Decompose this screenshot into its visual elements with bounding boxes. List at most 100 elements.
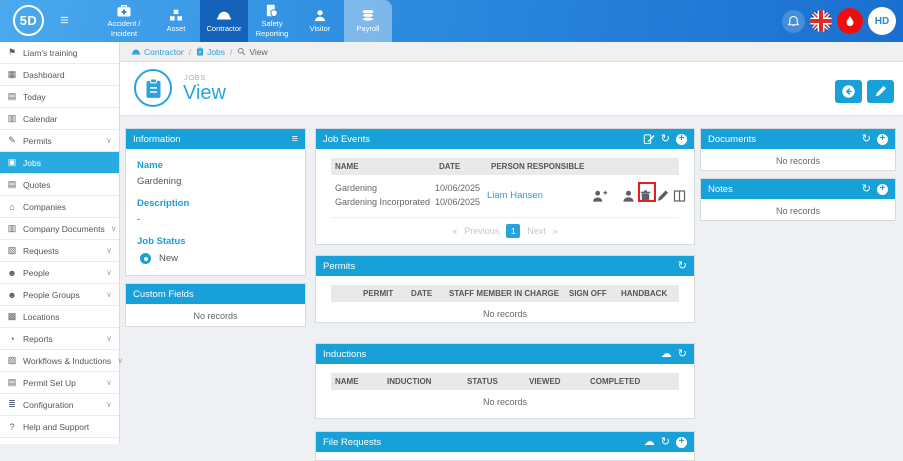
user-avatar[interactable]: HD	[868, 7, 896, 35]
sidebar-item-help-support[interactable]: ?Help and Support	[0, 416, 119, 438]
hamburger-menu-icon[interactable]: ≡	[60, 12, 69, 29]
documents-icon: ▥	[7, 223, 17, 234]
sidebar-item-people[interactable]: ☻People∨	[0, 262, 119, 284]
topbar-right-icons: HD	[782, 0, 896, 42]
panel-title: Inductions	[323, 349, 366, 360]
permits-table-header: PERMIT DATE STAFF MEMBER IN CHARGE SIGN …	[331, 285, 679, 302]
breadcrumb-jobs[interactable]: Jobs	[196, 47, 225, 57]
sign-document-icon[interactable]	[643, 133, 655, 145]
chevron-down-icon: ∨	[106, 136, 112, 145]
field-label-name: Name	[137, 160, 294, 171]
sidebar-item-jobs[interactable]: ▣Jobs	[0, 152, 119, 174]
sidebar-item-requests[interactable]: ▧Requests∨	[0, 240, 119, 262]
people-group-icon: ☻	[7, 290, 17, 300]
sidebar-item-today[interactable]: ▤Today	[0, 86, 119, 108]
language-flag-button[interactable]	[810, 10, 832, 32]
nav-tab-safety-reporting[interactable]: Safety Reporting	[248, 0, 296, 42]
notifications-button[interactable]	[782, 10, 805, 33]
sidebar-item-workflows-inductions[interactable]: ▨Workflows & Inductions∨	[0, 350, 119, 372]
add-icon[interactable]: +	[676, 134, 687, 145]
sidebar-item-dashboard[interactable]: ▦Dashboard	[0, 64, 119, 86]
nav-tab-payroll[interactable]: Payroll	[344, 0, 392, 42]
sidebar-item-calendar[interactable]: ▥Calendar	[0, 108, 119, 130]
panel-title: File Requests	[323, 437, 381, 448]
information-panel: Information ≡ Name Gardening Description…	[125, 128, 306, 276]
person-responsible-link[interactable]: Liam Hansen	[487, 190, 543, 201]
add-person-icon[interactable]	[592, 190, 608, 203]
refresh-icon[interactable]: ↻	[862, 134, 871, 145]
refresh-icon[interactable]: ↻	[678, 349, 687, 360]
breadcrumb-separator: /	[189, 47, 191, 57]
pagination-next-arrow[interactable]: »	[553, 226, 558, 236]
people-icon: ☻	[7, 268, 17, 278]
sidebar-item-permit-set-up[interactable]: ▤Permit Set Up∨	[0, 372, 119, 394]
sidebar-item-configuration[interactable]: ≣Configuration∨	[0, 394, 119, 416]
jobs-clipboard-icon: ▣	[7, 157, 17, 168]
page-header: JOBS View	[120, 62, 903, 116]
sidebar-item-reports[interactable]: ◔Reports∨	[0, 328, 119, 350]
help-icon: ?	[7, 422, 17, 432]
field-value-description: -	[137, 214, 294, 225]
refresh-icon[interactable]: ↻	[678, 261, 687, 272]
pagination-prev-arrow[interactable]: «	[452, 226, 457, 236]
breadcrumb-contractor[interactable]: Contractor	[131, 47, 184, 57]
app-logo[interactable]: 5D	[13, 5, 44, 36]
sidebar-item-company-documents[interactable]: ▥Company Documents∨	[0, 218, 119, 240]
person-icon[interactable]	[622, 190, 635, 203]
chevron-down-icon: ∨	[106, 400, 112, 409]
refresh-icon[interactable]: ↻	[661, 437, 670, 448]
sidebar-item-locations[interactable]: ▩Locations	[0, 306, 119, 328]
quotes-document-icon: ▤	[7, 179, 17, 190]
sidebar-item-companies[interactable]: ⌂Companies	[0, 196, 119, 218]
sidebar-item-liams-training[interactable]: ⚑Liam's training	[0, 42, 119, 64]
panel-title: Custom Fields	[133, 289, 194, 300]
pagination-previous[interactable]: Previous	[464, 226, 499, 236]
table-row: Gardening Gardening Incorporated 10/06/2…	[331, 175, 679, 218]
jobs-page-icon	[134, 69, 172, 107]
add-icon[interactable]: +	[877, 134, 888, 145]
chevron-down-icon: ∨	[111, 224, 117, 233]
chevron-down-icon: ∨	[106, 334, 112, 343]
list-icon[interactable]: ≡	[292, 134, 298, 145]
nav-tab-asset[interactable]: Asset	[152, 0, 200, 42]
sidebar-nav: ⚑Liam's training ▦Dashboard ▤Today ▥Cale…	[0, 42, 120, 444]
inductions-panel: Inductions ☁ ↻ NAME INDUCTION STATUS VIE…	[315, 343, 695, 419]
reports-clock-icon: ◔	[7, 334, 17, 344]
inductions-table-header: NAME INDUCTION STATUS VIEWED COMPLETED	[331, 373, 679, 390]
file-requests-panel: File Requests ☁ ↻ +	[315, 431, 695, 461]
sidebar-item-people-groups[interactable]: ☻People Groups∨	[0, 284, 119, 306]
cloud-download-icon[interactable]: ☁	[661, 349, 672, 360]
add-icon[interactable]: +	[877, 184, 888, 195]
page-section-label: JOBS	[184, 73, 206, 82]
edit-button[interactable]	[867, 80, 894, 103]
add-icon[interactable]: +	[676, 437, 687, 448]
field-value-name: Gardening	[137, 176, 294, 187]
chevron-down-icon: ∨	[106, 246, 112, 255]
alert-button[interactable]	[837, 8, 863, 34]
back-button[interactable]	[835, 80, 862, 103]
page-action-buttons	[835, 80, 894, 103]
uk-flag-icon	[810, 10, 832, 32]
cloud-upload-icon[interactable]: ☁	[644, 437, 655, 448]
calendar-icon: ▥	[7, 113, 17, 124]
panel-title: Job Events	[323, 134, 370, 145]
configuration-icon: ≣	[7, 399, 17, 410]
top-navbar: 5D ≡ Accident / Incident Asset Contracto…	[0, 0, 903, 42]
columns-icon[interactable]	[673, 190, 686, 203]
refresh-icon[interactable]: ↻	[661, 134, 670, 145]
empty-state-text: No records	[126, 304, 305, 328]
pagination-page-1[interactable]: 1	[506, 224, 520, 238]
visitor-person-icon	[312, 9, 328, 22]
building-icon: ⌂	[7, 202, 17, 212]
nav-tab-accident-incident[interactable]: Accident / Incident	[96, 0, 152, 42]
sidebar-item-quotes[interactable]: ▤Quotes	[0, 174, 119, 196]
pagination-next[interactable]: Next	[527, 226, 546, 236]
edit-pencil-icon[interactable]	[656, 190, 669, 203]
workflows-icon: ▨	[7, 355, 17, 366]
asset-cubes-icon	[168, 9, 184, 22]
nav-tab-visitor[interactable]: Visitor	[296, 0, 344, 42]
nav-tab-contractor[interactable]: Contractor	[200, 0, 248, 42]
refresh-icon[interactable]: ↻	[862, 184, 871, 195]
sidebar-item-permits[interactable]: ✎Permits∨	[0, 130, 119, 152]
field-label-job-status: Job Status	[137, 236, 294, 247]
